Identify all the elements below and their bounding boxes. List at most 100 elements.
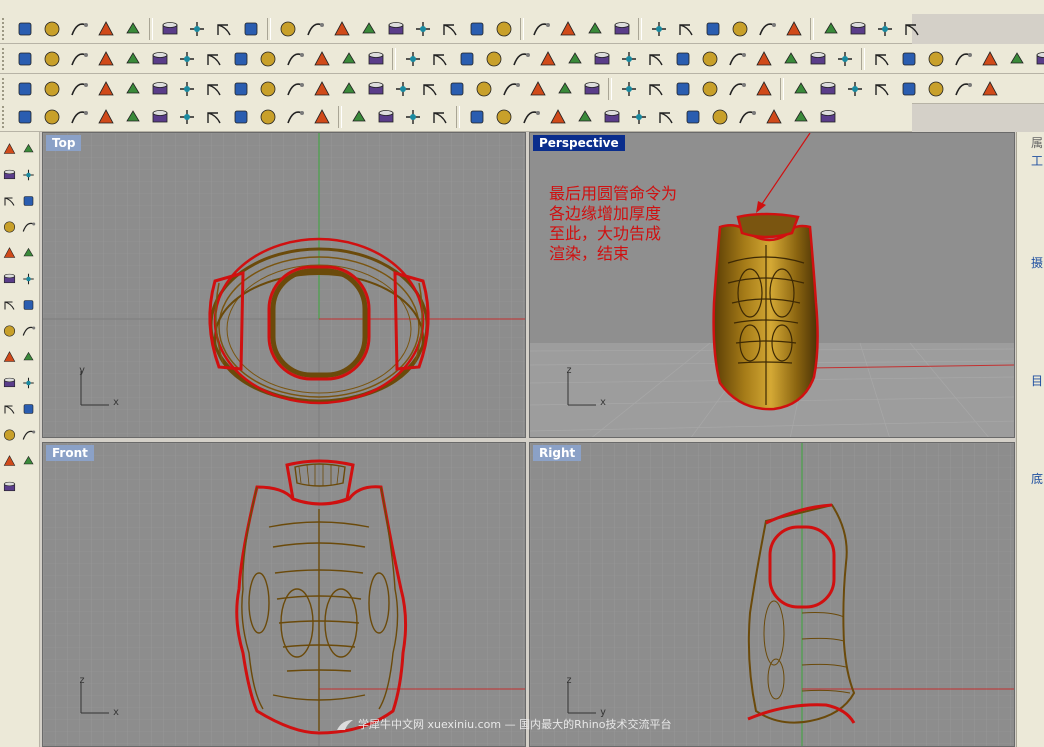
surface-l-icon[interactable] [310,77,334,101]
control-points-icon[interactable] [779,47,803,71]
pan-hand-icon[interactable] [276,17,300,41]
wave-icon[interactable] [725,47,749,71]
surface-stack-icon[interactable] [644,77,668,101]
surface-d-icon[interactable] [94,77,118,101]
torus-icon[interactable] [735,105,759,129]
fair-curve-icon[interactable] [428,47,452,71]
curve-kink-icon[interactable] [870,47,894,71]
undo-view-icon[interactable] [438,17,462,41]
paraboloid-icon[interactable] [573,105,597,129]
grid-plane-icon[interactable] [529,17,553,41]
rotate-icon[interactable] [2,371,17,395]
solid-i-icon[interactable] [229,105,253,129]
fit-surface-icon[interactable] [337,77,361,101]
viewport-right-canvas[interactable]: z y [530,443,1015,747]
curve-end-icon[interactable] [563,47,587,71]
blend-surface-icon[interactable] [897,77,921,101]
surface-flag-icon[interactable] [2,293,17,317]
viewport-right[interactable]: Right z y [529,442,1015,747]
curve-a-icon[interactable] [13,47,37,71]
point-on-curve-icon[interactable] [617,47,641,71]
ctrl-grid-icon[interactable] [391,77,415,101]
point-tool-icon[interactable] [455,47,479,71]
pen-point-icon[interactable] [752,47,776,71]
render-sphere-icon[interactable] [782,17,806,41]
curve-fillet-icon[interactable] [2,215,17,239]
point-stack-icon[interactable] [671,47,695,71]
surface-g-icon[interactable] [175,77,199,101]
surface-e-icon[interactable] [121,77,145,101]
solid-l-icon[interactable] [310,105,334,129]
render-icon[interactable] [2,449,17,473]
point-bars-icon[interactable] [644,47,668,71]
flatten-icon[interactable] [2,475,17,499]
toolbar-grip[interactable] [2,105,8,128]
solid-a-icon[interactable] [13,105,37,129]
undo-icon[interactable] [239,17,263,41]
pen-red-icon[interactable] [580,77,604,101]
toolbar-grip[interactable] [2,77,8,100]
curve-point-icon[interactable] [698,77,722,101]
cylinder-solid-icon[interactable] [924,47,948,71]
surface-j-icon[interactable] [256,77,280,101]
solid-j-icon[interactable] [256,105,280,129]
import-icon[interactable] [121,17,145,41]
solid-h-icon[interactable] [202,105,226,129]
cylinder-b-icon[interactable] [499,77,523,101]
viewport-top-canvas[interactable]: y x [43,133,526,438]
plane-surface-icon[interactable] [978,47,1002,71]
curve-c-icon[interactable] [67,47,91,71]
solid-o-icon[interactable] [401,105,425,129]
truncated-cone-icon[interactable] [654,105,678,129]
solid-p-icon[interactable] [428,105,452,129]
trim-icon[interactable] [21,293,36,317]
panel-tab-base[interactable]: 底 [1031,470,1043,487]
object-snap-icon[interactable] [583,17,607,41]
pipe-b-icon[interactable] [789,105,813,129]
edge-pen-icon[interactable] [526,77,550,101]
surface-i-icon[interactable] [229,77,253,101]
solid-n-icon[interactable] [374,105,398,129]
step-icon[interactable] [725,77,749,101]
box-mesh-icon[interactable] [816,77,840,101]
plane-surface-b-icon[interactable] [1005,47,1029,71]
lock-icon[interactable] [647,17,671,41]
scale-icon[interactable] [21,371,36,395]
cylinder-icon[interactable] [472,77,496,101]
point-arrow-icon[interactable] [698,47,722,71]
pyramid-icon[interactable] [627,105,651,129]
ellipsoid-icon[interactable] [546,105,570,129]
surface-loft-icon[interactable] [21,215,36,239]
split-icon[interactable] [2,319,17,343]
zoom-icon[interactable] [330,17,354,41]
cut-icon[interactable] [158,17,182,41]
solid-c-icon[interactable] [67,105,91,129]
viewport-title-perspective[interactable]: Perspective [533,135,625,151]
surface-point-icon[interactable] [445,77,469,101]
node-tree-icon[interactable] [752,77,776,101]
new-file-icon[interactable] [13,17,37,41]
box-solid-icon[interactable] [1032,47,1044,71]
cone-surface-icon[interactable] [924,77,948,101]
curve-k-icon[interactable] [283,47,307,71]
arrow-points-icon[interactable] [806,47,830,71]
solid-f-icon[interactable] [148,105,172,129]
panel-tab-work[interactable]: 工 [1031,152,1043,169]
array-icon[interactable] [2,423,17,447]
paste-icon[interactable] [212,17,236,41]
zoom-window-icon[interactable] [357,17,381,41]
car-icon[interactable] [492,17,516,41]
dots-line-icon[interactable] [21,137,36,161]
rotate-view-icon[interactable] [303,17,327,41]
cylinder-primitive-icon[interactable] [681,105,705,129]
toolbar-grip[interactable] [2,47,8,70]
rect-points-icon[interactable] [2,163,17,187]
curve-j-icon[interactable] [256,47,280,71]
solid-b-icon[interactable] [40,105,64,129]
points-icon[interactable] [509,47,533,71]
pipe-icon[interactable] [762,105,786,129]
panel-tab-properties[interactable]: 属 [1031,134,1043,151]
solid-e-icon[interactable] [121,105,145,129]
man-tool-b-icon[interactable] [337,47,361,71]
analyze-icon[interactable] [21,423,36,447]
